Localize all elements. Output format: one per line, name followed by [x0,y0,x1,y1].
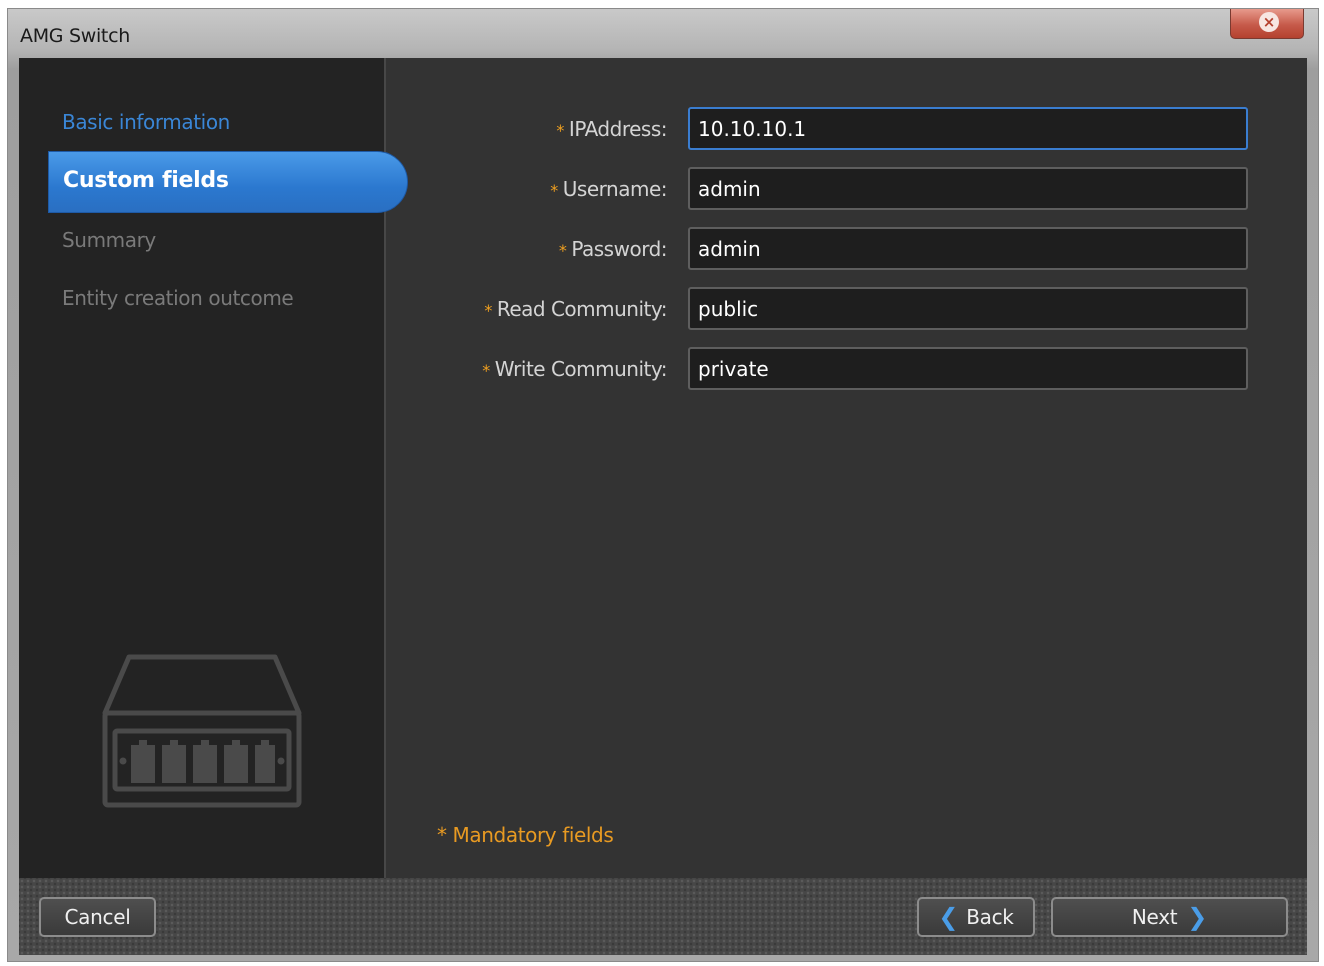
write-community-label: * Write Community: [482,357,667,381]
mandatory-fields-note: * Mandatory fields [437,823,614,847]
network-switch-icon [102,654,302,808]
field-row-write-community: * Write Community: [19,347,1307,391]
dialog-window: AMG Switch × Basic information Custom fi… [7,8,1319,962]
back-button[interactable]: ❮ Back [917,897,1035,937]
window-title: AMG Switch [20,25,130,47]
read-community-input[interactable] [688,287,1248,330]
close-icon: × [1259,12,1279,32]
next-button-label: Next [1131,905,1178,929]
cancel-button[interactable]: Cancel [39,897,156,937]
chevron-left-icon: ❮ [938,903,959,931]
chevron-right-icon: ❯ [1187,903,1208,931]
next-button[interactable]: Next ❯ [1051,897,1288,937]
username-label: * Username: [550,177,667,201]
wizard-footer: Cancel ❮ Back Next ❯ [19,878,1307,955]
field-row-password: * Password: [19,227,1307,271]
required-marker: * [482,361,490,380]
password-input[interactable] [688,227,1248,270]
write-community-input[interactable] [688,347,1248,390]
close-button[interactable]: × [1230,9,1304,39]
username-input[interactable] [688,167,1248,210]
required-marker: * [550,181,558,200]
cancel-button-label: Cancel [64,905,131,929]
field-row-read-community: * Read Community: [19,287,1307,331]
password-label: * Password: [558,237,668,261]
field-row-username: * Username: [19,167,1307,211]
field-row-ipaddress: * IPAddress: [19,107,1307,151]
wizard-content: Basic information Custom fields Summary … [19,58,1307,878]
ipaddress-input[interactable] [688,107,1248,150]
read-community-label: * Read Community: [484,297,667,321]
required-marker: * [484,301,492,320]
title-bar: AMG Switch × [8,9,1318,59]
required-marker: * [556,121,564,140]
back-button-label: Back [966,905,1014,929]
required-marker: * [558,241,567,260]
ipaddress-label: * IPAddress: [556,117,667,141]
